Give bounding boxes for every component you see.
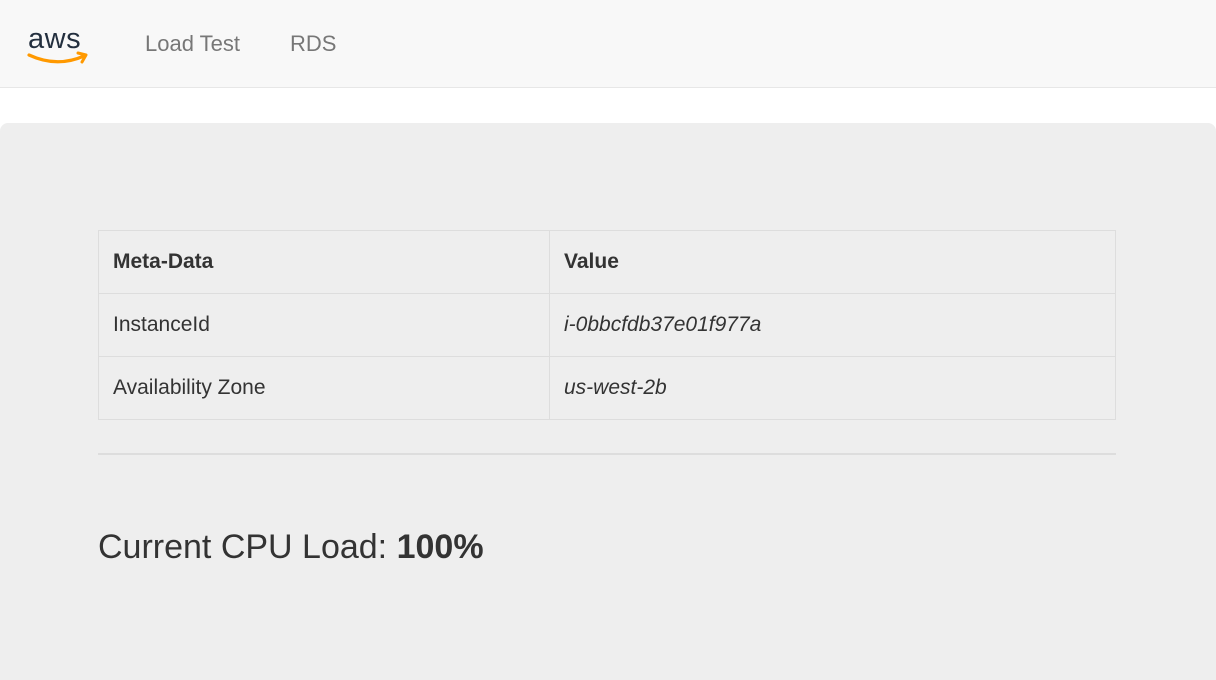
aws-logo-icon: aws	[27, 23, 88, 63]
column-header-value: Value	[549, 230, 1116, 294]
nav-link-load-test[interactable]: Load Test	[96, 0, 265, 88]
horizontal-divider	[98, 453, 1116, 455]
main-panel: Meta-Data Value InstanceId i-0bbcfdb37e0…	[0, 123, 1216, 680]
nav-links: Load Test RDS	[96, 0, 361, 88]
cpu-load-readout: Current CPU Load: 100%	[98, 528, 484, 567]
nav-link-rds[interactable]: RDS	[265, 0, 361, 88]
row-value-instance-id: i-0bbcfdb37e01f977a	[549, 293, 1116, 357]
row-value-availability-zone: us-west-2b	[549, 356, 1116, 420]
column-header-meta-data: Meta-Data	[98, 230, 550, 294]
svg-text:aws: aws	[28, 23, 81, 55]
row-key-instance-id: InstanceId	[98, 293, 550, 357]
aws-logo[interactable]: aws	[0, 0, 96, 88]
top-navbar: aws Load Test RDS	[0, 0, 1216, 88]
cpu-load-value: 100%	[396, 528, 484, 566]
table-header-row: Meta-Data Value	[98, 230, 1116, 294]
row-key-availability-zone: Availability Zone	[98, 356, 550, 420]
metadata-table: Meta-Data Value InstanceId i-0bbcfdb37e0…	[98, 230, 1116, 420]
cpu-load-label: Current CPU Load:	[98, 528, 397, 566]
table-row: Availability Zone us-west-2b	[98, 356, 1116, 420]
table-row: InstanceId i-0bbcfdb37e01f977a	[98, 293, 1116, 357]
